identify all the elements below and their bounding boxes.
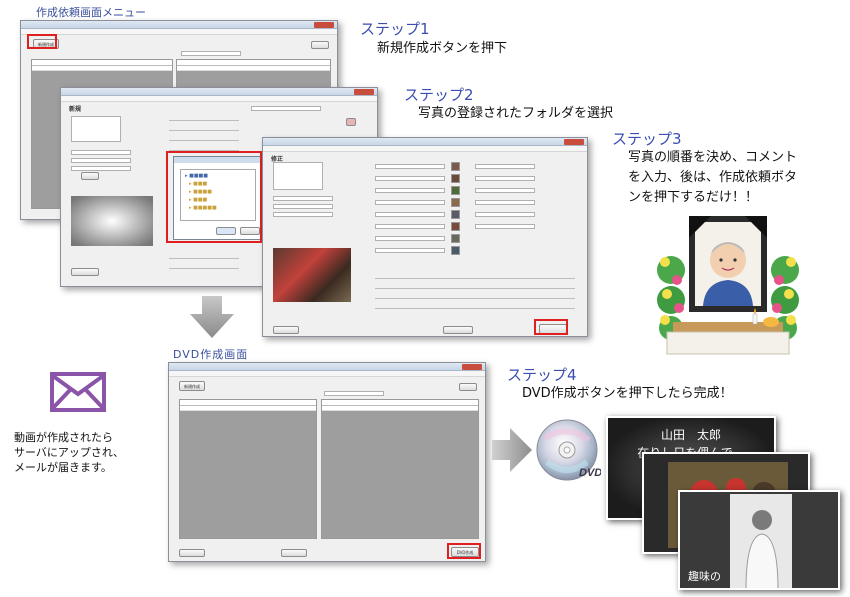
step3-title: ステップ3 bbox=[612, 130, 682, 148]
step2-highlight bbox=[166, 151, 262, 243]
step4-desc: DVD作成ボタンを押下したら完成！ bbox=[522, 386, 733, 401]
mail-note-line1: 動画が作成されたら bbox=[14, 431, 113, 444]
dvd-new-create-button[interactable]: 新規作成 bbox=[179, 381, 205, 391]
output-slide-portrait: 趣味の bbox=[678, 490, 840, 590]
edit-window: 修正 bbox=[262, 137, 588, 337]
step2-desc: 写真の登録されたフォルダを選択 bbox=[418, 106, 614, 121]
menu-screen-label: 作成依頼画面メニュー bbox=[36, 6, 146, 19]
step3-desc-line3: ンを押下するだけ！！ bbox=[628, 190, 759, 205]
slide-bottom-caption: 趣味の bbox=[688, 570, 721, 583]
mail-note: 動画が作成されたら サーバにアップされ、 メールが届きます。 bbox=[14, 430, 164, 475]
new-window-title: 新規 bbox=[69, 106, 82, 113]
envelope-icon bbox=[50, 372, 106, 412]
step1-title: ステップ1 bbox=[360, 20, 430, 38]
dvd-disc-icon: DVD bbox=[536, 419, 601, 481]
dvd-close-button[interactable] bbox=[459, 383, 477, 391]
step2-title: ステップ2 bbox=[404, 86, 474, 104]
close-button[interactable] bbox=[311, 41, 329, 49]
step1-desc: 新規作成ボタンを押下 bbox=[377, 41, 508, 56]
step3-desc-line2: を入力、後は、作成依頼ボタ bbox=[628, 170, 798, 185]
preview-area bbox=[71, 196, 153, 246]
mail-note-line3: メールが届きます。 bbox=[14, 461, 112, 474]
arrow-down-icon bbox=[190, 296, 234, 338]
mail-note-line2: サーバにアップされ、 bbox=[14, 446, 124, 459]
step4-highlight bbox=[447, 543, 481, 559]
photo-preview bbox=[273, 248, 351, 302]
step4-title: ステップ4 bbox=[507, 366, 577, 384]
step3-highlight bbox=[534, 319, 568, 335]
arrow-right-icon bbox=[492, 428, 532, 472]
svg-text:DVD: DVD bbox=[579, 467, 601, 479]
step1-highlight bbox=[27, 34, 57, 49]
memorial-portrait-icon bbox=[657, 216, 799, 355]
dvd-screen-label: DVD作成画面 bbox=[173, 348, 249, 361]
slide-name: 山田 太郎 bbox=[660, 428, 721, 442]
step3-desc-line1: 写真の順番を決め、コメント bbox=[628, 150, 798, 165]
dvd-window: 新規作成 DVD作成 bbox=[168, 362, 486, 562]
